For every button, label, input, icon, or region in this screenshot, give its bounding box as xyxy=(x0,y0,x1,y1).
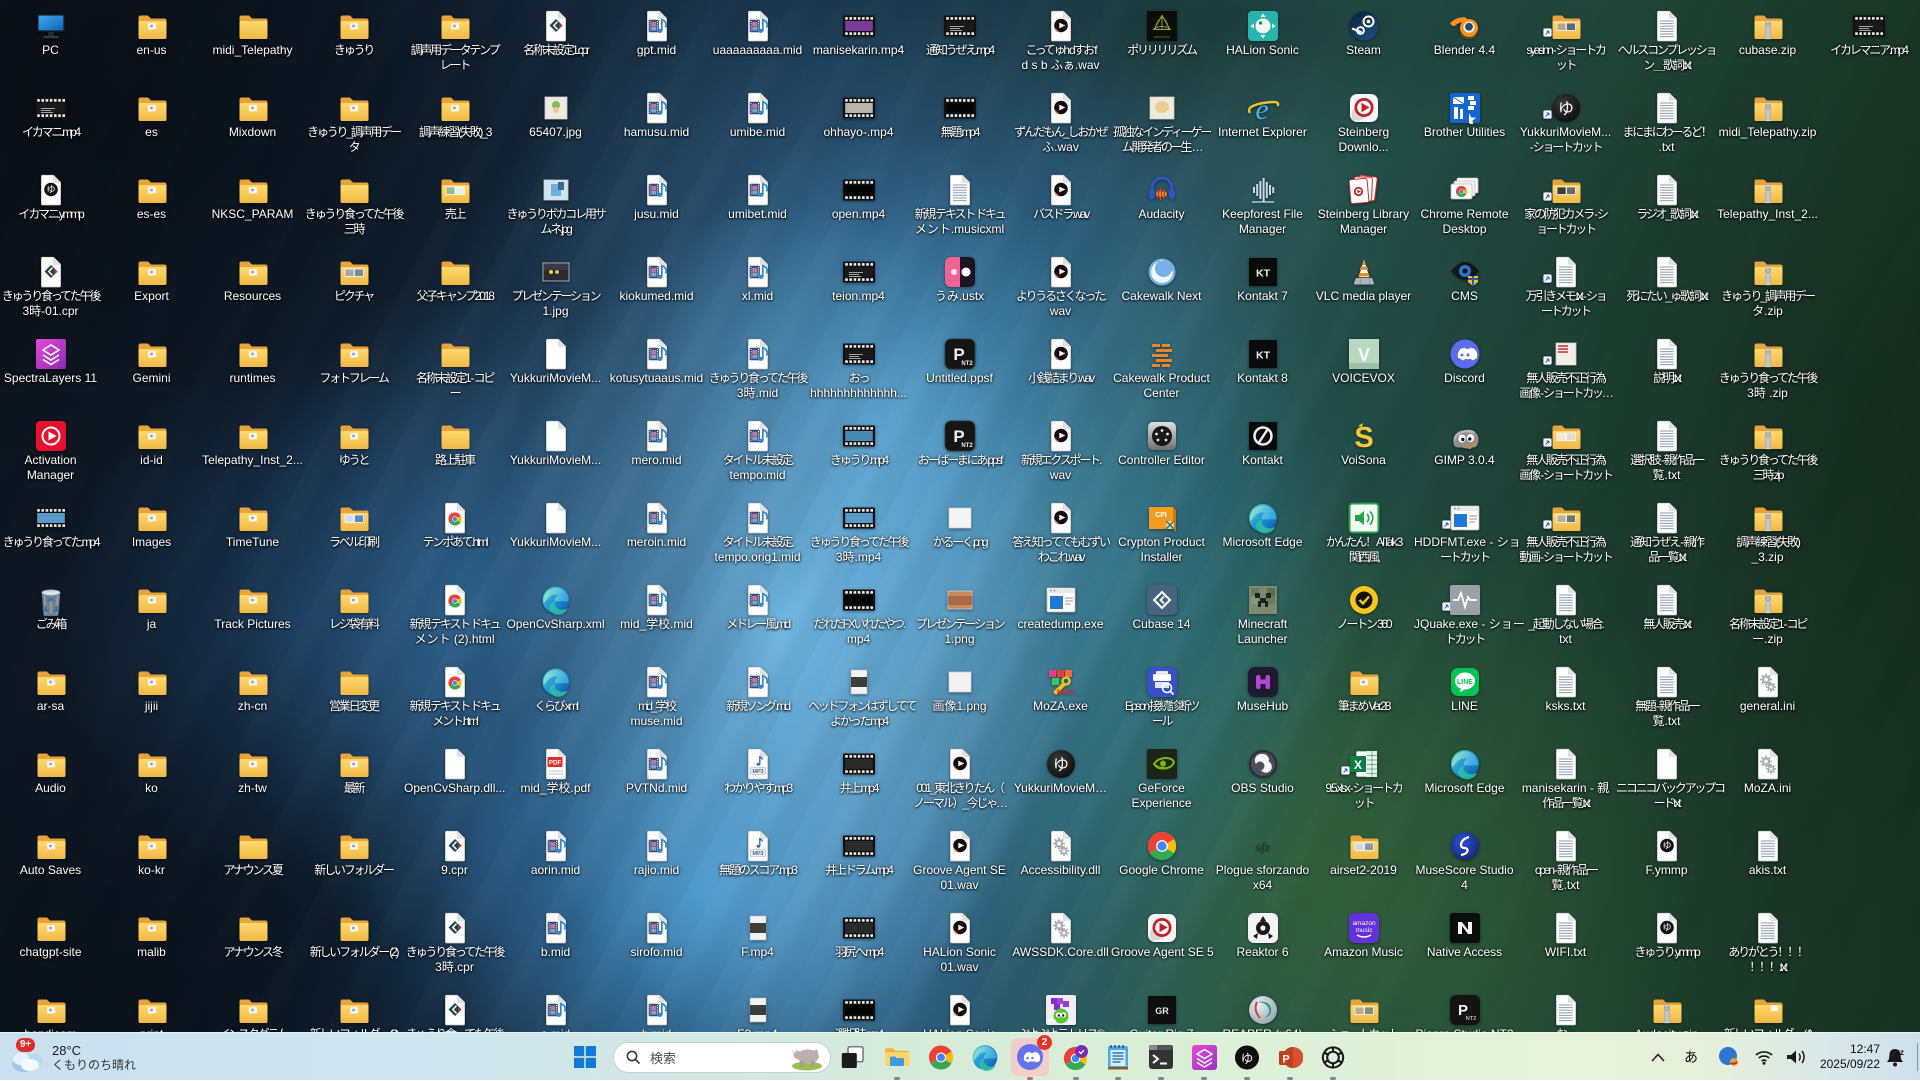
svg-text:MoZA: MoZA xyxy=(1056,689,1074,696)
svg-text:sfz: sfz xyxy=(1254,839,1270,854)
svg-text:ゆ: ゆ xyxy=(1052,756,1068,774)
svg-text:CPI: CPI xyxy=(1155,512,1167,519)
svg-text:ゆ: ゆ xyxy=(1557,100,1573,118)
svg-text:ゆ: ゆ xyxy=(1241,1051,1254,1065)
svg-text:P: P xyxy=(1282,1053,1289,1065)
svg-text:ゆ: ゆ xyxy=(46,185,55,195)
svg-text:ゆ: ゆ xyxy=(1662,841,1671,851)
svg-text:LINE: LINE xyxy=(1457,679,1473,686)
svg-text:KT: KT xyxy=(1256,268,1271,280)
svg-text:MP3: MP3 xyxy=(752,769,763,775)
svg-text:NT2: NT2 xyxy=(961,361,973,367)
svg-text:NT2: NT2 xyxy=(1465,1016,1475,1022)
svg-text:PDF: PDF xyxy=(548,760,561,767)
svg-text:S: S xyxy=(1354,422,1373,452)
svg-text:amazon: amazon xyxy=(1352,920,1376,927)
svg-text:X: X xyxy=(1353,758,1361,772)
svg-text:e: e xyxy=(1255,93,1268,124)
svg-text:music: music xyxy=(1355,927,1373,934)
svg-text:KT: KT xyxy=(1256,350,1271,362)
svg-text:MP3: MP3 xyxy=(752,851,763,857)
svg-text:z: z xyxy=(1900,1048,1904,1057)
svg-text:ゆ: ゆ xyxy=(1662,923,1671,933)
svg-text:GR: GR xyxy=(1155,1006,1169,1016)
svg-text:NT2: NT2 xyxy=(961,443,973,449)
svg-text:V: V xyxy=(1357,345,1369,365)
